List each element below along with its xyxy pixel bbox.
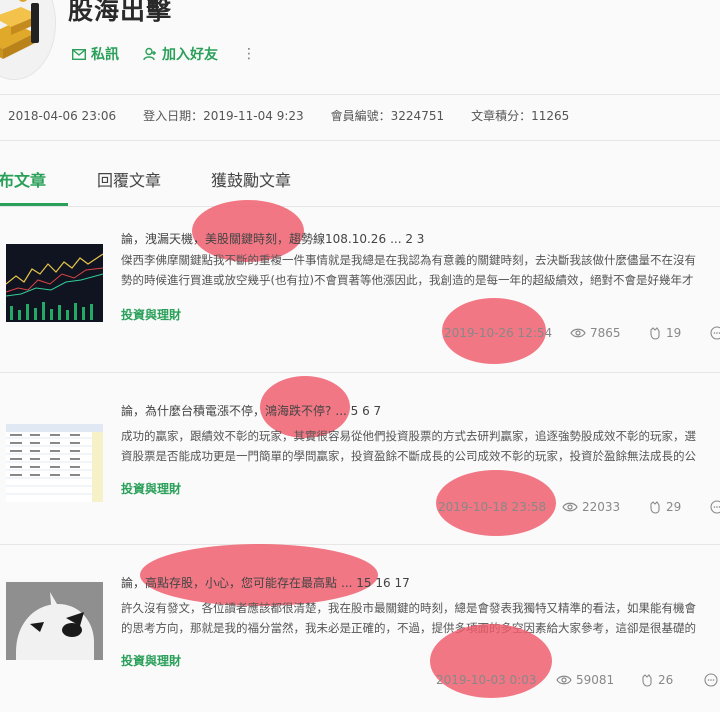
excerpt-line: 資股票是否能成功更是一門簡單的學問贏家，投資盈餘不斷成長的公司成效不彰的玩家，投… [121, 449, 696, 463]
view-count: 22033 [562, 500, 620, 514]
view-count-value: 22033 [582, 500, 621, 514]
category-link[interactable]: 投資與理財 [121, 652, 181, 669]
article-excerpt: 許久沒有發文，各位讀者應該都很清楚，我在股市最關鍵的時刻，總是會發表我獨特又精準… [121, 598, 720, 638]
mail-icon [72, 48, 86, 60]
login-date: 登入日期：2019-11-04 9:23 [143, 109, 304, 123]
excerpt-line: 許久沒有發文，各位讀者應該都很清楚，我在股市最關鍵的時刻，總是會發表我獨特又精準… [121, 601, 696, 615]
clap-count-value: 19 [666, 326, 682, 340]
view-count: 59081 [556, 673, 614, 687]
member-id: 會員編號：3224751 [330, 109, 445, 123]
clap-count[interactable]: 19 [648, 326, 681, 340]
clap-count[interactable]: 26 [640, 673, 673, 687]
comment-icon[interactable] [710, 500, 720, 514]
eye-icon [570, 328, 586, 338]
page-title: 股海出擊 [68, 0, 173, 25]
article-date: 2019-10-26 12:54 [444, 326, 553, 340]
stock-chart-thumbnail [6, 244, 103, 322]
divider [0, 140, 720, 141]
comment-icon[interactable] [710, 326, 720, 340]
article-excerpt: 成功的贏家，跟績效不彰的玩家，其實很容易從他們投資股票的方式去研判贏家，追逐強勢… [121, 426, 720, 466]
article-points: 文章積分：11265 [471, 109, 570, 123]
divider [0, 94, 720, 95]
clap-count-value: 26 [658, 673, 674, 687]
tab-encouraged-articles[interactable]: 獲鼓勵文章 [211, 167, 291, 191]
page-links[interactable]: ... 2 3 [390, 232, 424, 246]
message-button[interactable]: 私訊 [72, 44, 119, 64]
clap-icon [650, 501, 660, 514]
article-title-text: 論，為什麼台積電漲不停，鴻海跌不停? [121, 404, 332, 418]
list-item[interactable]: 論，洩漏天機，美股關鍵時刻，趨勢線108.10.26... 2 3 傑西李佛摩關… [0, 200, 720, 374]
excerpt-line: 勢的時候進行買進或放空幾乎(也有拉)不會買著等他漲因此，我創造的是每一年的超級績… [121, 273, 694, 287]
clap-icon [650, 327, 660, 340]
message-button-label: 私訊 [91, 47, 119, 63]
clap-count-value: 29 [666, 500, 682, 514]
comment-icon[interactable] [704, 673, 718, 687]
category-link[interactable]: 投資與理財 [121, 480, 181, 497]
article-title-text: 論，洩漏天機，美股關鍵時刻，趨勢線108.10.26 [121, 232, 387, 246]
excerpt-line: 成功的贏家，跟績效不彰的玩家，其實很容易從他們投資股票的方式去研判贏家，追逐強勢… [121, 429, 696, 443]
article-title[interactable]: 論，為什麼台積電漲不停，鴻海跌不停?... 5 6 7 [121, 402, 381, 419]
page-links[interactable]: ... 5 6 7 [335, 404, 381, 418]
list-item[interactable]: 論，高點存股，小心，您可能存在最高點... 15 16 17 許久沒有發文，各位… [0, 544, 720, 712]
eye-icon [556, 675, 572, 685]
add-user-icon [143, 47, 156, 61]
article-excerpt: 傑西李佛摩關鍵點我不斷的重複一件事情就是我總是在我認為有意義的關鍵時刻，去決斷我… [121, 250, 720, 290]
article-title[interactable]: 論，高點存股，小心，您可能存在最高點... 15 16 17 [121, 574, 410, 591]
clap-count[interactable]: 29 [648, 500, 681, 514]
excerpt-line: 的思考方向，那就是我的福分當然，我未必是正確的，不過，提供多項面的多空因素給大家… [121, 621, 696, 635]
category-link[interactable]: 投資與理財 [121, 306, 181, 323]
add-friend-button-label: 加入好友 [162, 47, 218, 63]
tab-posted-articles[interactable]: 布文章 [0, 167, 46, 191]
page-links[interactable]: ... 15 16 17 [341, 576, 410, 590]
view-count: 7865 [570, 326, 621, 340]
profile-actions: 私訊 加入好友 ⋮ [72, 44, 256, 64]
data-table-thumbnail [6, 424, 103, 502]
avatar[interactable] [0, 0, 56, 80]
add-friend-button[interactable]: 加入好友 [143, 44, 218, 64]
gold-bars-avatar-image [0, 0, 55, 79]
mascot-thumbnail [6, 582, 103, 660]
tab-replied-articles[interactable]: 回覆文章 [97, 167, 161, 191]
article-date: 2019-10-03 0:03 [436, 673, 537, 687]
more-options-icon[interactable]: ⋮ [242, 45, 256, 63]
list-item[interactable]: 論，為什麼台積電漲不停，鴻海跌不停?... 5 6 7 成功的贏家，跟績效不彰的… [0, 372, 720, 540]
member-stats: 期：2018-04-06 23:06 登入日期：2019-11-04 9:23 … [0, 107, 596, 124]
article-title[interactable]: 論，洩漏天機，美股關鍵時刻，趨勢線108.10.26... 2 3 [121, 230, 424, 247]
join-date: 期：2018-04-06 23:06 [0, 109, 117, 123]
eye-icon [562, 502, 578, 512]
clap-icon [642, 674, 652, 687]
view-count-value: 59081 [576, 673, 615, 687]
article-date: 2019-10-18 23:58 [438, 500, 547, 514]
view-count-value: 7865 [590, 326, 621, 340]
excerpt-line: 傑西李佛摩關鍵點我不斷的重複一件事情就是我總是在我認為有意義的關鍵時刻，去決斷我… [121, 253, 696, 267]
article-title-text: 論，高點存股，小心，您可能存在最高點 [121, 576, 338, 590]
